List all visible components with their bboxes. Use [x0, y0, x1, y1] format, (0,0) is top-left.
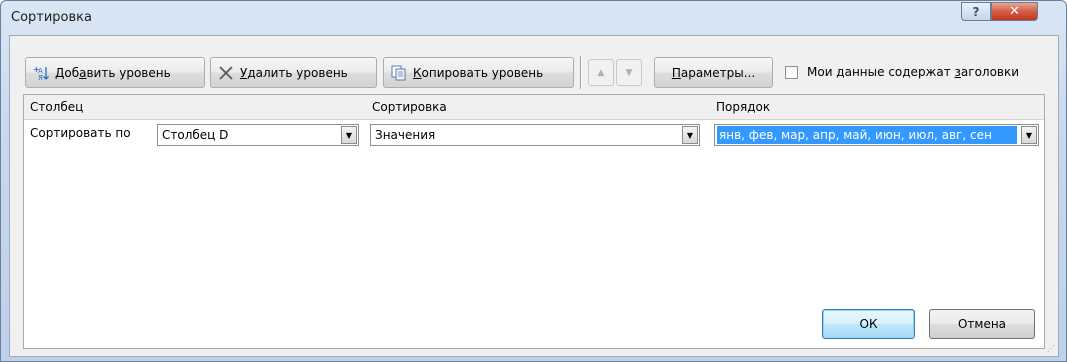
header-order: Порядок	[716, 100, 771, 114]
copy-icon	[390, 64, 408, 82]
resize-grip-icon[interactable]: ⋰	[1047, 344, 1055, 353]
delete-level-button[interactable]: Удалить уровень	[210, 57, 377, 88]
cancel-button[interactable]: Отмена	[929, 309, 1035, 339]
delete-x-icon	[217, 64, 235, 82]
headers-checkbox[interactable]	[785, 66, 798, 79]
column-select-value: Столбец D	[162, 128, 229, 142]
ok-button[interactable]: ОК	[822, 309, 915, 339]
header-column: Столбец	[30, 100, 84, 114]
close-button[interactable]: ✕	[991, 2, 1038, 21]
sort-on-select-value: Значения	[375, 128, 436, 142]
arrow-down-icon: ▼	[625, 67, 633, 78]
move-up-button[interactable]: ▲	[588, 59, 614, 86]
grid-header: Столбец Сортировка Порядок	[24, 95, 1044, 120]
order-select-value: янв, фев, мар, апр, май, июн, июл, авг, …	[717, 126, 1017, 144]
add-level-button[interactable]: + A Я Добавить уровень	[25, 57, 205, 88]
arrow-up-icon: ▲	[597, 67, 605, 78]
svg-text:Я: Я	[38, 74, 43, 82]
sort-on-select[interactable]: Значения ▼	[370, 124, 700, 146]
move-down-button[interactable]: ▼	[616, 59, 642, 86]
chevron-down-icon[interactable]: ▼	[682, 126, 698, 144]
options-label: Параметры...	[671, 65, 756, 80]
add-sort-level-icon: + A Я	[32, 64, 50, 82]
delete-level-label: Удалить уровень	[240, 65, 348, 80]
headers-checkbox-label[interactable]: Мои данные содержат заголовки	[807, 65, 1019, 79]
ok-label: ОК	[859, 317, 878, 331]
toolbar-separator	[580, 56, 582, 89]
chevron-down-icon[interactable]: ▼	[341, 126, 357, 144]
order-select[interactable]: янв, фев, мар, апр, май, июн, июл, авг, …	[714, 124, 1039, 146]
help-icon: ?	[972, 4, 980, 19]
add-level-label: Добавить уровень	[55, 65, 171, 80]
row-label: Сортировать по	[30, 126, 131, 140]
close-icon: ✕	[1009, 4, 1020, 19]
dialog-title: Сортировка	[11, 10, 92, 25]
options-button[interactable]: Параметры...	[654, 57, 773, 88]
copy-level-button[interactable]: Копировать уровень	[383, 57, 574, 88]
column-select[interactable]: Столбец D ▼	[157, 124, 359, 146]
help-button[interactable]: ?	[961, 2, 991, 21]
chevron-down-icon[interactable]: ▼	[1021, 126, 1037, 144]
cancel-label: Отмена	[957, 317, 1007, 331]
copy-level-label: Копировать уровень	[413, 65, 544, 80]
header-sort-on: Сортировка	[372, 100, 447, 114]
title-bar[interactable]: Сортировка ? ✕	[1, 1, 1066, 33]
sort-level-row[interactable]: Сортировать по Столбец D ▼ Значения ▼ ян…	[24, 120, 1044, 151]
sort-dialog-window: Сортировка ? ✕ + A Я Добавить уровень Уд…	[0, 0, 1067, 362]
